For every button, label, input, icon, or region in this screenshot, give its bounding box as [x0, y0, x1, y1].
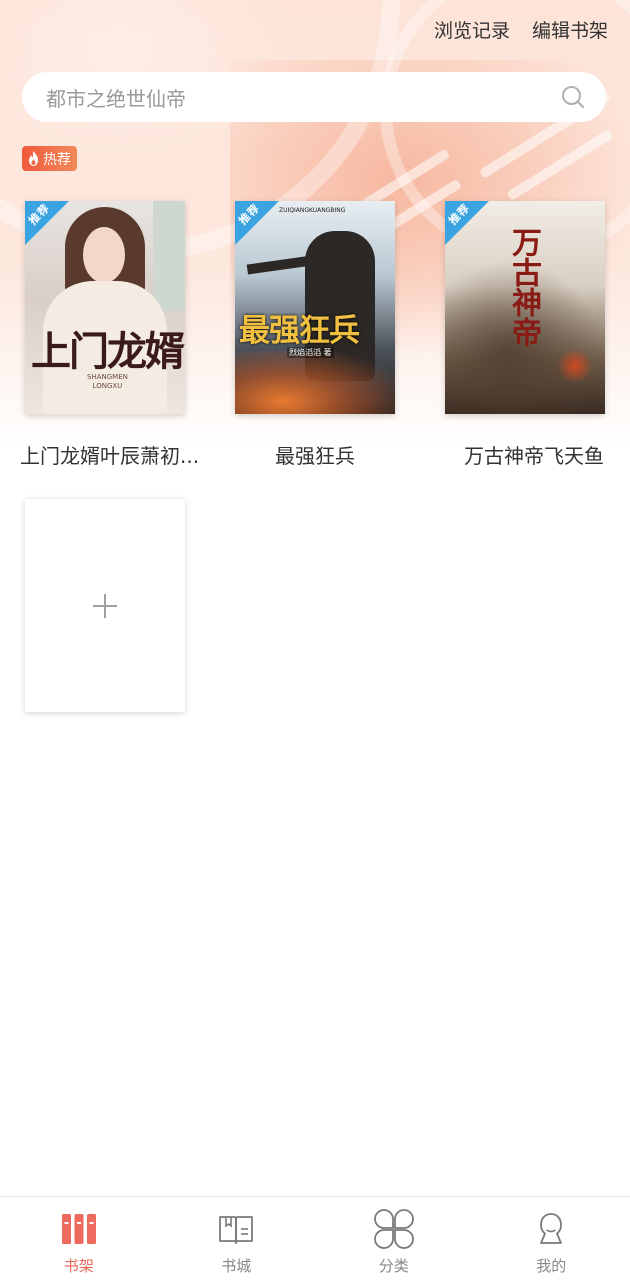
hot-badge-label: 热荐: [43, 151, 71, 168]
tab-categories[interactable]: 分类: [315, 1197, 473, 1280]
tab-bookstore[interactable]: 书城: [158, 1197, 316, 1280]
tab-mine[interactable]: 我的: [473, 1197, 630, 1280]
book-cover[interactable]: 上门龙婿 SHANGMEN LONGXU 推荐: [25, 201, 185, 414]
book-title[interactable]: 最强狂兵: [235, 440, 395, 469]
edit-bookshelf-link[interactable]: 编辑书架: [532, 16, 608, 43]
bookshelf-icon: [61, 1214, 96, 1244]
book-title[interactable]: 万古神帝飞天鱼: [450, 440, 618, 469]
header-actions: 浏览记录 编辑书架: [434, 16, 608, 43]
tab-label: 我的: [536, 1257, 567, 1275]
cover-subtitle: ZUIQIANGKUANGBING: [279, 207, 346, 214]
category-grid-icon: [373, 1209, 414, 1249]
book-cover[interactable]: ZUIQIANGKUANGBING 最强狂兵 烈焰滔滔 著 推荐: [235, 201, 395, 414]
cover-subtitle: SHANGMEN LONGXU: [87, 373, 128, 390]
tab-bookshelf[interactable]: 书架: [0, 1197, 158, 1280]
search-input[interactable]: 都市之绝世仙帝: [46, 83, 560, 112]
bookshelf-page: 浏览记录 编辑书架 都市之绝世仙帝 热荐 上门龙婿 SHANGMEN LONGX…: [0, 0, 630, 1280]
browse-history-link[interactable]: 浏览记录: [434, 16, 510, 43]
open-book-icon: [219, 1216, 254, 1244]
profile-icon: [540, 1213, 563, 1244]
cover-title: 最强狂兵: [239, 313, 360, 349]
book-title[interactable]: 上门龙婿叶辰萧初...: [20, 440, 210, 469]
cover-title: 万古神帝: [506, 227, 541, 347]
cover-title: 上门龙婿: [31, 328, 185, 375]
book-cover[interactable]: 万古神帝 推荐: [445, 201, 605, 414]
flame-icon: [29, 151, 38, 166]
add-book-card[interactable]: [25, 499, 185, 712]
search-icon[interactable]: [560, 84, 586, 110]
tab-label: 书架: [63, 1257, 94, 1275]
plus-icon: [93, 593, 117, 618]
hot-recommend-badge: 热荐: [22, 146, 77, 171]
search-bar[interactable]: 都市之绝世仙帝: [22, 72, 606, 122]
bottom-tab-bar: 书架 书城 分类 我的: [0, 1196, 630, 1280]
tab-label: 分类: [378, 1257, 409, 1275]
cover-author: 烈焰滔滔 著: [287, 347, 334, 358]
tab-label: 书城: [221, 1257, 252, 1275]
